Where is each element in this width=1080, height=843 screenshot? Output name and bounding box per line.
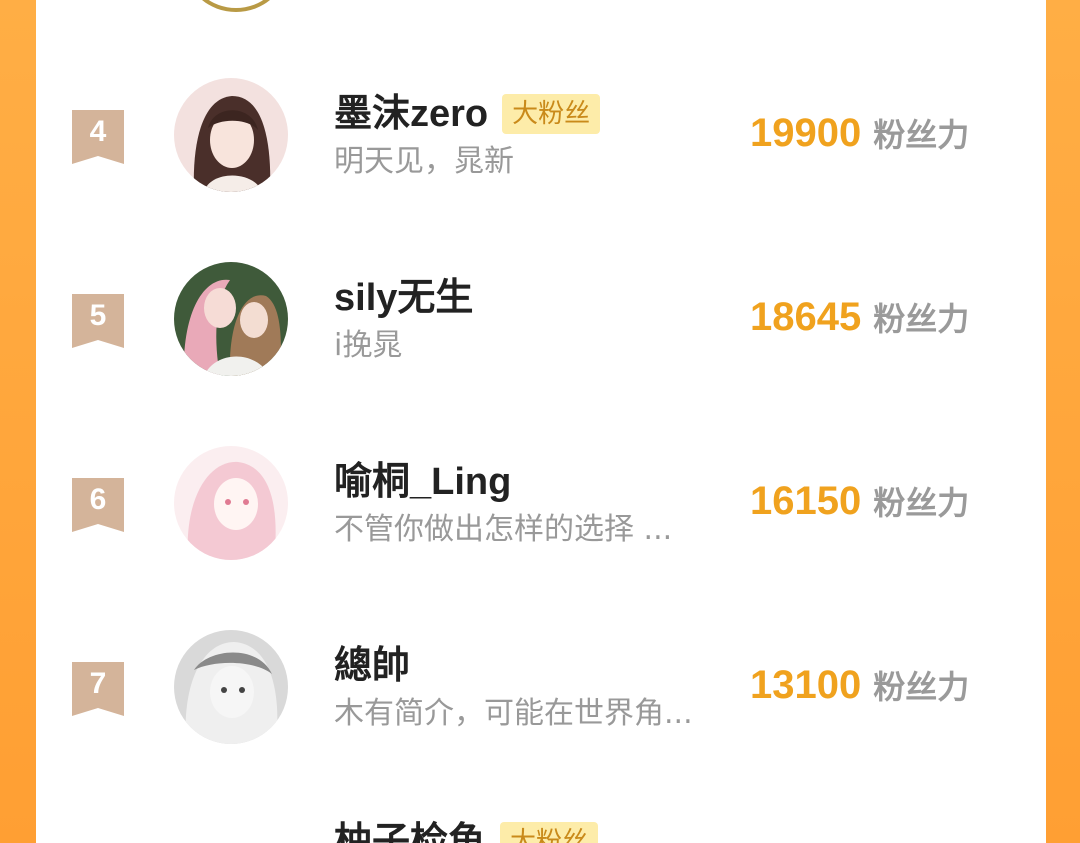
fan-power-unit: 粉丝力 bbox=[873, 300, 970, 338]
fan-power: 16150 粉丝力 bbox=[750, 478, 969, 524]
user-avatar[interactable] bbox=[174, 446, 288, 560]
user-bio: i挽晁 bbox=[334, 328, 403, 363]
fan-power-value: 18645 bbox=[750, 295, 862, 339]
fan-power-unit: 粉丝力 bbox=[873, 668, 970, 706]
user-name[interactable]: 喻桐_Ling bbox=[334, 460, 511, 504]
rank-number: 6 bbox=[89, 483, 107, 516]
user-name[interactable]: 柚子检鱼 bbox=[334, 820, 486, 843]
user-name[interactable]: sily无生 bbox=[334, 276, 473, 320]
left-orange-border bbox=[0, 0, 36, 843]
list-item[interactable]: 5 sily无生 i挽晁 18645 粉丝力 bbox=[36, 256, 1046, 386]
big-fan-badge: 大粉丝 bbox=[502, 94, 601, 134]
right-orange-border bbox=[1046, 0, 1080, 843]
fan-power-unit: 粉丝力 bbox=[873, 484, 970, 522]
fan-power-value: 19900 bbox=[750, 111, 862, 155]
list-item[interactable]: 7 總帥 木有简介，可能在世界角... 13100 粉丝力 bbox=[36, 624, 1046, 754]
big-fan-badge: 大粉丝 bbox=[500, 822, 599, 843]
fan-power-unit: 粉丝力 bbox=[873, 116, 970, 154]
fan-power-value: 13100 bbox=[750, 663, 862, 707]
list-item-partial[interactable]: 柚子检鱼 大粉丝 bbox=[334, 820, 599, 843]
user-bio: 木有简介，可能在世界角... bbox=[334, 696, 693, 731]
rank-number: 4 bbox=[89, 115, 107, 148]
user-bio: 明天见，晁新 bbox=[334, 144, 514, 179]
rank-number: 5 bbox=[89, 299, 107, 332]
user-avatar[interactable] bbox=[174, 262, 288, 376]
user-avatar[interactable] bbox=[174, 630, 288, 744]
ranking-list-card: 4 墨沫zero 大粉丝 明天见，晁新 19900 粉丝力 5 sily无生 i… bbox=[36, 0, 1046, 843]
fan-power: 19900 粉丝力 bbox=[750, 110, 969, 156]
user-avatar[interactable] bbox=[174, 78, 288, 192]
rank-ribbon-icon: 7 bbox=[72, 662, 124, 716]
user-name[interactable]: 墨沫zero bbox=[334, 92, 488, 136]
fan-power-value: 16150 bbox=[750, 479, 862, 523]
rank-ribbon-icon: 6 bbox=[72, 478, 124, 532]
previous-rank-avatar-ring bbox=[186, 0, 286, 12]
fan-power: 18645 粉丝力 bbox=[750, 294, 969, 340]
rank-ribbon-icon: 4 bbox=[72, 110, 124, 164]
rank-number: 7 bbox=[89, 667, 107, 700]
rank-ribbon-icon: 5 bbox=[72, 294, 124, 348]
list-item[interactable]: 4 墨沫zero 大粉丝 明天见，晁新 19900 粉丝力 bbox=[36, 72, 1046, 202]
user-bio: 不管你做出怎样的选择 ... bbox=[334, 512, 673, 547]
fan-power: 13100 粉丝力 bbox=[750, 662, 969, 708]
user-name[interactable]: 總帥 bbox=[334, 644, 410, 688]
list-item[interactable]: 6 喻桐_Ling 不管你做出怎样的选择 ... 16150 粉丝力 bbox=[36, 440, 1046, 570]
